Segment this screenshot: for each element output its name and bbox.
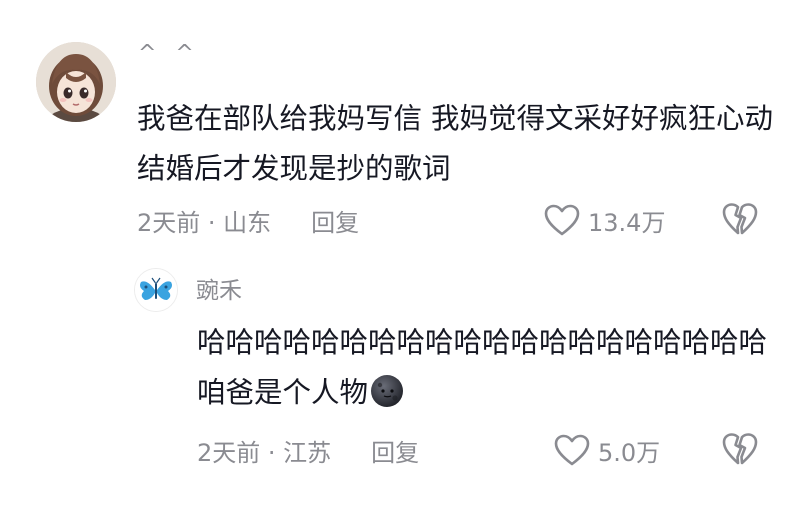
broken-heart-icon [722, 203, 758, 235]
comment-like-button[interactable]: 13.4万 [544, 200, 665, 240]
reply-time-location: 2天前 · 江苏 [197, 438, 332, 467]
heart-outline-icon [544, 204, 580, 236]
replier-username[interactable]: 豌禾 [196, 276, 242, 306]
commenter-avatar[interactable] [36, 42, 116, 122]
reply-meta: 2天前 · 江苏 回复 [197, 430, 419, 470]
anime-girl-avatar-icon [36, 42, 116, 122]
blue-butterfly-icon [135, 269, 177, 311]
reply-dislike-button[interactable] [722, 432, 758, 466]
broken-heart-icon [722, 433, 758, 465]
comment-like-count: 13.4万 [588, 208, 666, 237]
comment-thread: ^ ^ 我爸在部队给我妈写信 我妈觉得文采好好疯狂心动 结婚后才发现是抄的歌词 … [0, 0, 800, 510]
comment-meta: 2天前 · 山东 回复 [137, 200, 359, 240]
comment-time-location: 2天前 · 山东 [137, 208, 272, 237]
replier-avatar[interactable] [134, 268, 178, 312]
reply-text-block: 哈哈哈哈哈哈哈哈哈哈哈哈哈哈哈哈哈哈哈哈咱爸是个人物 [197, 318, 767, 418]
reply-like-button[interactable]: 5.0万 [554, 430, 660, 470]
reply-text: 哈哈哈哈哈哈哈哈哈哈哈哈哈哈哈哈哈哈哈哈咱爸是个人物 [197, 326, 768, 409]
dark-moon-face-emoji-icon [370, 374, 404, 408]
comment-reply-button[interactable]: 回复 [311, 203, 359, 238]
heart-outline-icon [554, 434, 590, 466]
reply-like-count: 5.0万 [598, 438, 661, 467]
comment-text: 我爸在部队给我妈写信 我妈觉得文采好好疯狂心动 结婚后才发现是抄的歌词 [137, 102, 774, 185]
comment-dislike-button[interactable] [722, 202, 758, 236]
commenter-username[interactable]: ^ ^ [138, 40, 200, 68]
reply-reply-button[interactable]: 回复 [371, 433, 419, 468]
